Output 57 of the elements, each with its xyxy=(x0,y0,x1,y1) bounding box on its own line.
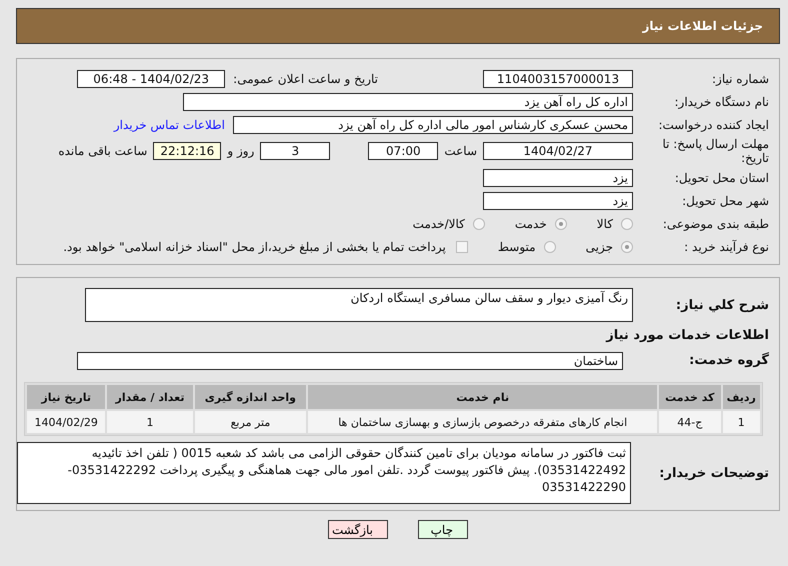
description-field[interactable]: رنگ آمیزی دیوار و سقف سالن مسافری ایستگاه اردکان xyxy=(85,288,633,322)
option-label: کالا/خدمت xyxy=(412,216,465,230)
need-number-field: 1104003157000013 xyxy=(483,70,633,88)
option-label: خدمت xyxy=(514,216,547,230)
table-cell: 1 xyxy=(722,411,760,433)
checkbox[interactable] xyxy=(456,240,468,252)
field-label: ایجاد کننده درخواست: xyxy=(657,118,770,132)
field-label: طبقه بندی موضوعی: xyxy=(662,216,770,230)
buyer-contact-link[interactable]: اطلاعات تماس خریدار xyxy=(114,118,225,132)
back-button[interactable]: بازگشت xyxy=(328,520,388,539)
print-button[interactable]: چاپ xyxy=(418,520,468,539)
table-cell: ج-44 xyxy=(659,411,721,433)
option-label: کالا xyxy=(596,216,613,230)
province-field: یزد xyxy=(483,168,633,186)
days-label: روز و xyxy=(227,144,254,158)
buyer-org-field: اداره کل راه آهن یزد xyxy=(183,92,633,110)
requester-field: محسن عسکری کارشناس امور مالی اداره کل راه آهن یزد xyxy=(233,116,633,134)
table-cell: 1 xyxy=(107,411,193,433)
column-header: نام خدمت xyxy=(308,385,658,409)
field-label: شرح كلي نياز: xyxy=(674,298,770,312)
announce-date-field: 1404/02/23 - 06:48 xyxy=(77,70,226,88)
deadline-date-field: 1404/02/27 xyxy=(483,142,633,160)
field-label: نام دستگاه خریدار: xyxy=(674,94,770,108)
radio-button[interactable] xyxy=(621,218,633,230)
field-label: نوع فرآیند خرید : xyxy=(683,240,770,254)
option-label: جزیی xyxy=(586,240,613,254)
time-label: ساعت xyxy=(444,144,477,158)
table-cell: انجام کارهای متفرقه درخصوص بازسازی و بهسازی ساختمان ها xyxy=(308,411,658,433)
column-header: تعداد / مقدار xyxy=(107,385,193,409)
column-header: کد خدمت xyxy=(659,385,721,409)
checkbox-label: پرداخت تمام یا بخشی از مبلغ خرید،از محل "اسناد خزانه اسلامی" خواهد بود. xyxy=(63,240,446,254)
radio-button[interactable] xyxy=(544,240,556,252)
remaining-label: ساعت باقی مانده xyxy=(58,144,148,158)
service-group-field: ساختمان xyxy=(77,352,623,370)
field-label: توضیحات خریدار: xyxy=(658,466,770,480)
days-field: 3 xyxy=(260,142,330,160)
remaining-time-field: 22:12:16 xyxy=(153,142,222,160)
buyer-notes-field[interactable]: ثبت فاکتور در سامانه مودیان برای تامین کنندگان حقوقی الزامی می باشد کد شعبه 0015 ( تلفن اخذ تائیدیه 03531422492). پیش فاکتور پیوست گردد .تلفن امور مالی جهت هماهنگی و پیگیری پرداخت 03531422292- 03531422290 xyxy=(17,442,631,504)
section-heading: اطلاعات خدمات مورد نیاز xyxy=(606,328,770,343)
deadline-time-field: 07:00 xyxy=(368,142,438,160)
column-header: تاریخ نیاز xyxy=(27,385,106,409)
field-label: گروه خدمت: xyxy=(688,353,770,368)
radio-button[interactable] xyxy=(472,218,485,230)
field-label: مهلت ارسال پاسخ: تا تاریخ: xyxy=(661,136,770,166)
table-cell: 1404/02/29 xyxy=(27,411,106,433)
field-label: شماره نیاز: xyxy=(711,72,770,86)
page-title: جزئیات اطلاعات نیاز xyxy=(642,19,763,33)
radio-button[interactable] xyxy=(554,218,567,230)
option-label: متوسط xyxy=(498,240,536,254)
city-field: یزد xyxy=(483,192,633,210)
field-label: شهر محل تحویل: xyxy=(681,194,770,208)
column-header: واحد اندازه گیری xyxy=(194,385,306,409)
column-header: ردیف xyxy=(722,385,760,409)
table-cell: متر مربع xyxy=(194,411,306,433)
radio-button[interactable] xyxy=(621,240,633,252)
field-label: تاریخ و ساعت اعلان عمومی: xyxy=(233,72,378,86)
field-label: استان محل تحویل: xyxy=(674,170,770,184)
